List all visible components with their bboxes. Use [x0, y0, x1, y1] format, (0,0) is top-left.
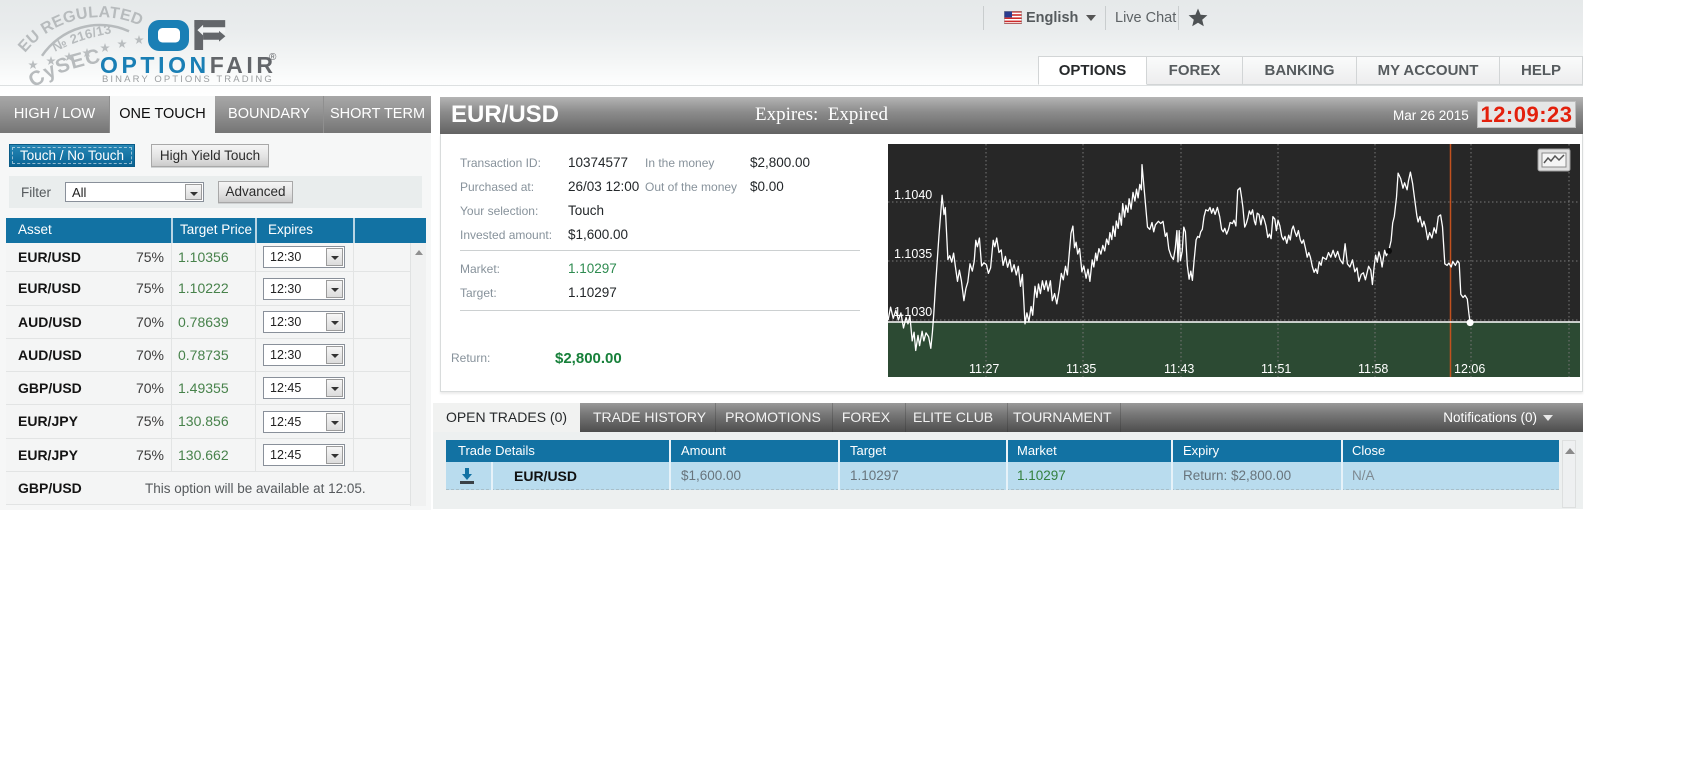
- svg-text:11:58: 11:58: [1358, 362, 1388, 376]
- svg-text:12:06: 12:06: [1454, 362, 1485, 376]
- svg-text:11:27: 11:27: [969, 362, 999, 376]
- svg-text:®: ®: [269, 52, 277, 63]
- svg-text:1.1035: 1.1035: [894, 247, 932, 261]
- svg-text:1.1040: 1.1040: [894, 188, 932, 202]
- svg-text:11:51: 11:51: [1261, 362, 1291, 376]
- svg-text:BINARY OPTIONS TRADING: BINARY OPTIONS TRADING: [102, 74, 274, 85]
- svg-text:11:43: 11:43: [1164, 362, 1194, 376]
- svg-text:11:35: 11:35: [1066, 362, 1096, 376]
- svg-text:1.1030: 1.1030: [894, 305, 932, 319]
